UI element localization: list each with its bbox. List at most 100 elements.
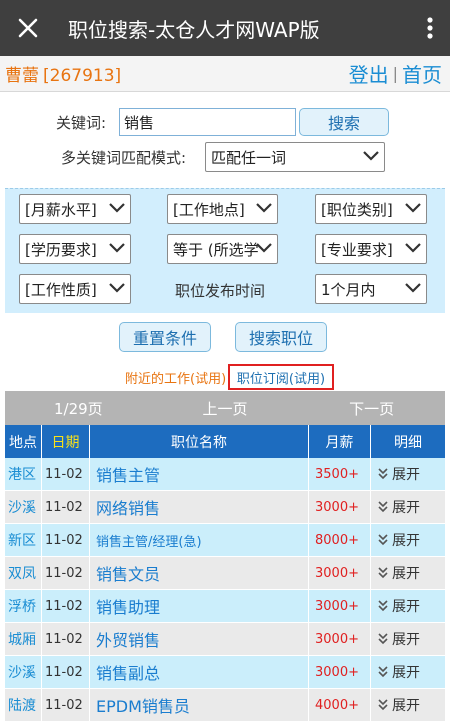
salary-select[interactable]: [月薪水平] xyxy=(19,194,131,224)
row-expand[interactable]: 展开 xyxy=(371,557,445,589)
row-location: 港区 xyxy=(5,458,42,490)
publish-time-value: 1个月内 xyxy=(321,280,376,299)
table-row: 港区 11-02 销售主管 3500+ 展开 xyxy=(5,458,445,491)
match-mode-select[interactable]: 匹配任一词 xyxy=(205,142,385,172)
double-chevron-down-icon xyxy=(377,633,389,645)
app-bar: 职位搜索-太仓人才网WAP版 xyxy=(0,0,450,56)
home-link[interactable]: 首页 xyxy=(402,59,442,88)
expand-label: 展开 xyxy=(392,566,420,582)
match-mode-label: 多关键词匹配模式: xyxy=(61,149,187,167)
search-button[interactable]: 搜索 xyxy=(299,108,389,136)
more-vert-icon[interactable] xyxy=(410,0,450,56)
row-job-title[interactable]: 销售文员 xyxy=(90,557,309,589)
page-title: 职位搜索-太仓人才网WAP版 xyxy=(68,17,320,42)
header-date[interactable]: 日期 xyxy=(42,425,90,458)
row-salary: 3000+ xyxy=(309,623,371,655)
row-job-title[interactable]: 网络销售 xyxy=(90,491,309,523)
education-match-select[interactable]: 等于 (所选学 xyxy=(167,234,278,264)
double-chevron-down-icon xyxy=(377,567,389,579)
job-subscribe-link[interactable]: 职位订阅(试用) xyxy=(228,364,334,390)
row-date: 11-02 xyxy=(42,656,90,688)
action-buttons: 重置条件 搜索职位 xyxy=(0,322,450,354)
row-expand[interactable]: 展开 xyxy=(371,623,445,655)
table-row: 城厢 11-02 外贸销售 3000+ 展开 xyxy=(5,623,445,656)
row-location: 沙溪 xyxy=(5,656,42,688)
table-row: 浮桥 11-02 销售助理 3000+ 展开 xyxy=(5,590,445,623)
major-select[interactable]: [专业要求] xyxy=(315,234,427,264)
chevron-down-icon xyxy=(108,240,126,258)
double-chevron-down-icon xyxy=(377,699,389,711)
table-row: 新区 11-02 销售主管/经理(急) 8000+ 展开 xyxy=(5,524,445,557)
row-job-title[interactable]: EPDM销售员 xyxy=(90,689,309,721)
search-jobs-button[interactable]: 搜索职位 xyxy=(235,322,327,352)
trial-links: 附近的工作(试用) 职位订阅(试用) xyxy=(0,364,450,390)
category-select[interactable]: [职位类别] xyxy=(315,194,427,224)
header-detail: 明细 xyxy=(394,434,422,451)
chevron-down-icon xyxy=(404,280,422,298)
double-chevron-down-icon xyxy=(377,501,389,513)
row-date: 11-02 xyxy=(42,689,90,721)
reset-button[interactable]: 重置条件 xyxy=(119,322,211,352)
row-job-title[interactable]: 销售助理 xyxy=(90,590,309,622)
location-value: [工作地点] xyxy=(173,200,245,219)
row-location: 沙溪 xyxy=(5,491,42,523)
row-expand[interactable]: 展开 xyxy=(371,491,445,523)
prev-page-link[interactable]: 上一页 xyxy=(152,391,299,425)
row-job-title[interactable]: 销售主管 xyxy=(90,458,309,490)
double-chevron-down-icon xyxy=(377,666,389,678)
table-row: 沙溪 11-02 销售副总 3000+ 展开 xyxy=(5,656,445,689)
publish-time-label: 职位发布时间 xyxy=(175,282,266,300)
row-date: 11-02 xyxy=(42,557,90,589)
row-location: 陆渡 xyxy=(5,689,42,721)
row-expand[interactable]: 展开 xyxy=(371,458,445,490)
row-date: 11-02 xyxy=(42,590,90,622)
job-nature-select[interactable]: [工作性质] xyxy=(19,274,131,304)
user-id: [267913] xyxy=(43,66,122,86)
search-form: 关键词: 销售 搜索 多关键词匹配模式: 匹配任一词 xyxy=(0,92,450,182)
expand-label: 展开 xyxy=(392,599,420,615)
user-info: 曹蕾 [267913] xyxy=(0,61,125,86)
row-salary: 3000+ xyxy=(309,656,371,688)
job-table: 地点 日期 职位名称 月薪 明细 港区 11-02 销售主管 3500+ 展开 … xyxy=(5,425,445,722)
education-select[interactable]: [学历要求] xyxy=(19,234,131,264)
match-mode-value: 匹配任一词 xyxy=(211,148,287,167)
keyword-input[interactable]: 销售 xyxy=(119,108,296,136)
row-salary: 3000+ xyxy=(309,491,371,523)
row-expand[interactable]: 展开 xyxy=(371,689,445,721)
expand-label: 展开 xyxy=(392,632,420,648)
keyword-label: 关键词: xyxy=(56,114,107,132)
row-salary: 3000+ xyxy=(309,557,371,589)
row-job-title[interactable]: 外贸销售 xyxy=(90,623,309,655)
row-job-title[interactable]: 销售副总 xyxy=(90,656,309,688)
link-separator: | xyxy=(392,64,398,83)
location-select[interactable]: [工作地点] xyxy=(167,194,278,224)
nearby-jobs-link[interactable]: 附近的工作(试用) xyxy=(125,368,226,387)
close-icon[interactable] xyxy=(0,0,56,56)
table-header: 地点 日期 职位名称 月薪 明细 xyxy=(5,425,445,458)
expand-label: 展开 xyxy=(392,500,420,516)
row-location: 城厢 xyxy=(5,623,42,655)
category-value: [职位类别] xyxy=(321,200,393,219)
row-expand[interactable]: 展开 xyxy=(371,590,445,622)
row-job-title[interactable]: 销售主管/经理(急) xyxy=(90,524,309,556)
row-expand[interactable]: 展开 xyxy=(371,524,445,556)
header-title: 职位名称 xyxy=(90,425,309,458)
next-page-link[interactable]: 下一页 xyxy=(298,391,445,425)
row-date: 11-02 xyxy=(42,623,90,655)
logout-link[interactable]: 登出 xyxy=(349,59,389,88)
publish-time-select[interactable]: 1个月内 xyxy=(315,274,427,304)
row-salary: 3000+ xyxy=(309,590,371,622)
expand-label: 展开 xyxy=(392,665,420,681)
chevron-down-icon xyxy=(404,240,422,258)
education-match-value: 等于 (所选学 xyxy=(173,240,259,259)
double-chevron-down-icon xyxy=(377,600,389,612)
row-expand[interactable]: 展开 xyxy=(371,656,445,688)
row-location: 新区 xyxy=(5,524,42,556)
expand-label: 展开 xyxy=(392,533,420,549)
table-row: 沙溪 11-02 网络销售 3000+ 展开 xyxy=(5,491,445,524)
education-value: [学历要求] xyxy=(25,240,97,259)
row-date: 11-02 xyxy=(42,524,90,556)
user-links: 登出 | 首页 xyxy=(349,59,450,88)
expand-label: 展开 xyxy=(392,467,420,483)
chevron-down-icon xyxy=(108,200,126,218)
